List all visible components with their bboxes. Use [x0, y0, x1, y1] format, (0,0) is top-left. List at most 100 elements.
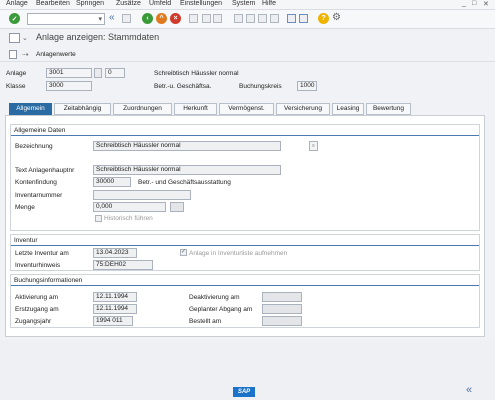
geplanter-abgang-label: Geplanter Abgang am — [189, 306, 253, 313]
first-page-icon[interactable] — [234, 14, 243, 23]
klasse-description: Betr.-u. Geschäftsa. — [154, 83, 212, 90]
check-icon[interactable]: ✓ — [9, 13, 20, 24]
display-change-icon[interactable] — [9, 33, 20, 43]
tab-bewertung[interactable]: Bewertung — [366, 103, 411, 115]
inventurhinweis-field[interactable]: 75:DEH02 — [93, 260, 153, 270]
menu-item-bearbeiten[interactable]: Bearbeiten — [36, 0, 70, 8]
inventarnummer-label: Inventarnummer — [15, 192, 63, 199]
long-text-icon[interactable]: ≡ — [309, 141, 318, 151]
menu-item-hilfe[interactable]: Hilfe — [262, 0, 276, 8]
shortcut-icon[interactable] — [299, 14, 308, 23]
menge-field[interactable]: 0,000 — [93, 202, 166, 212]
minimize-button[interactable]: _ — [462, 0, 466, 7]
menu-item-anlage[interactable]: Anlage — [6, 0, 28, 8]
erstzugang-field[interactable]: 12.11.1994 — [93, 304, 137, 314]
deaktivierung-label: Deaktivierung am — [189, 294, 240, 301]
inventurliste-checkbox[interactable]: ✓ — [180, 249, 187, 256]
application-toolbar: ⇢ Anlagenwerte — [0, 47, 495, 62]
kontenfindung-description: Betr.- und Geschäftsausstattung — [138, 179, 231, 186]
group-heading: Inventur — [11, 235, 479, 246]
kontenfindung-label: Kontenfindung — [15, 179, 57, 186]
title-bar: ⌄ Anlage anzeigen: Stammdaten — [0, 29, 495, 47]
last-page-icon[interactable] — [270, 14, 279, 23]
menge-label: Menge — [15, 204, 35, 211]
settings-icon[interactable]: ⚙ — [332, 13, 341, 23]
other-asset-icon[interactable]: ⇢ — [22, 50, 29, 59]
anlage-field[interactable]: 3001 — [46, 68, 92, 78]
inventarnummer-field[interactable] — [93, 190, 191, 200]
find-icon[interactable] — [202, 14, 211, 23]
historisch-label: Historisch führen — [104, 215, 153, 222]
menu-item-umfeld[interactable]: Umfeld — [149, 0, 171, 8]
geplanter-abgang-field[interactable] — [262, 304, 302, 314]
anlage-subnumber-field[interactable]: 0 — [105, 68, 125, 78]
group-heading: Buchungsinformationen — [11, 275, 479, 286]
mengeneinheit-field[interactable] — [170, 202, 184, 212]
help-icon[interactable]: ? — [318, 13, 329, 24]
aktivierung-label: Aktivierung am — [15, 294, 58, 301]
text-anlagenhauptnr-label: Text Anlagenhauptnr — [15, 167, 75, 174]
close-window-button[interactable]: ✕ — [483, 0, 489, 8]
tab-vermoegenst[interactable]: Vermögenst. — [219, 103, 274, 115]
group-inventur: Inventur Letzte Inventur am 13.04.2023 ✓… — [10, 234, 480, 271]
group-allgemeine-daten: Allgemeine Daten Bezeichnung Schreibtisc… — [10, 124, 480, 231]
exit-icon[interactable]: ^ — [156, 13, 167, 24]
tab-herkunft[interactable]: Herkunft — [174, 103, 217, 115]
double-chevron-left-icon[interactable]: « — [109, 13, 115, 23]
display-change-dropdown-icon[interactable]: ⌄ — [22, 34, 28, 42]
buchungskreis-field[interactable]: 1000 — [297, 81, 317, 91]
tab-content-panel: Allgemeine Daten Bezeichnung Schreibtisc… — [5, 115, 485, 337]
print-icon[interactable] — [189, 14, 198, 23]
deaktivierung-field[interactable] — [262, 292, 302, 302]
text-anlagenhauptnr-field[interactable]: Schreibtisch Häussler normal — [93, 165, 281, 175]
bestellt-label: Bestellt am — [189, 318, 222, 325]
collapse-statusbar-icon[interactable]: « — [466, 385, 472, 396]
zugangsjahr-field[interactable]: 1994 011 — [93, 316, 133, 326]
anlagenwerte-button[interactable]: Anlagenwerte — [36, 51, 76, 58]
menu-item-zusaetze[interactable]: Zusätze — [116, 0, 141, 8]
next-page-icon[interactable] — [258, 14, 267, 23]
bestellt-field[interactable] — [262, 316, 302, 326]
back-icon[interactable]: ‹ — [142, 13, 153, 24]
standard-toolbar: ✓ ▾ « ‹ ^ × ? ⚙ — [0, 10, 495, 29]
sap-logo: SAP — [233, 387, 255, 397]
group-heading: Allgemeine Daten — [11, 125, 479, 136]
status-bar: SAP « — [0, 340, 495, 400]
aktivierung-field[interactable]: 12.11.1994 — [93, 292, 137, 302]
save-icon[interactable] — [122, 14, 131, 23]
page-title: Anlage anzeigen: Stammdaten — [36, 32, 160, 42]
klasse-field[interactable]: 3000 — [46, 81, 92, 91]
maximize-button[interactable]: □ — [472, 0, 476, 7]
letzte-inventur-field[interactable]: 13.04.2023 — [93, 248, 137, 258]
new-session-icon[interactable] — [287, 14, 296, 23]
document-icon[interactable] — [9, 50, 17, 59]
letzte-inventur-label: Letzte Inventur am — [15, 250, 69, 257]
inventurhinweis-label: Inventurhinweis — [15, 262, 61, 269]
tab-versicherung[interactable]: Versicherung — [276, 103, 330, 115]
zugangsjahr-label: Zugangsjahr — [15, 318, 52, 325]
bezeichnung-field[interactable]: Schreibtisch Häussler normal — [93, 141, 281, 151]
bezeichnung-label: Bezeichnung — [15, 143, 53, 150]
menu-item-einstellungen[interactable]: Einstellungen — [180, 0, 222, 8]
historisch-checkbox[interactable] — [95, 215, 102, 222]
command-field[interactable]: ▾ — [27, 13, 105, 25]
cancel-icon[interactable]: × — [170, 13, 181, 24]
previous-page-icon[interactable] — [246, 14, 255, 23]
group-buchungsinformationen: Buchungsinformationen Aktivierung am 12.… — [10, 274, 480, 328]
tab-leasing[interactable]: Leasing — [332, 103, 364, 115]
klasse-label: Klasse — [6, 83, 26, 90]
tab-zeitabhaengig[interactable]: Zeitabhängig — [54, 103, 111, 115]
find-next-icon[interactable] — [213, 14, 222, 23]
anlage-description: Schreibtisch Häussler normal — [154, 70, 239, 77]
erstzugang-label: Erstzugang am — [15, 306, 59, 313]
kontenfindung-field[interactable]: 30000 — [93, 177, 131, 187]
menu-item-system[interactable]: System — [232, 0, 255, 8]
buchungskreis-label: Buchungskreis — [239, 83, 282, 90]
anlage-label: Anlage — [6, 70, 27, 77]
tab-allgemein[interactable]: Allgemein — [9, 103, 52, 115]
tab-zuordnungen[interactable]: Zuordnungen — [113, 103, 172, 115]
menu-bar: Anlage Bearbeiten Springen Zusätze Umfel… — [0, 0, 495, 10]
value-help-icon[interactable] — [94, 68, 102, 78]
menu-item-springen[interactable]: Springen — [76, 0, 104, 8]
chevron-down-icon[interactable]: ▾ — [98, 15, 102, 23]
